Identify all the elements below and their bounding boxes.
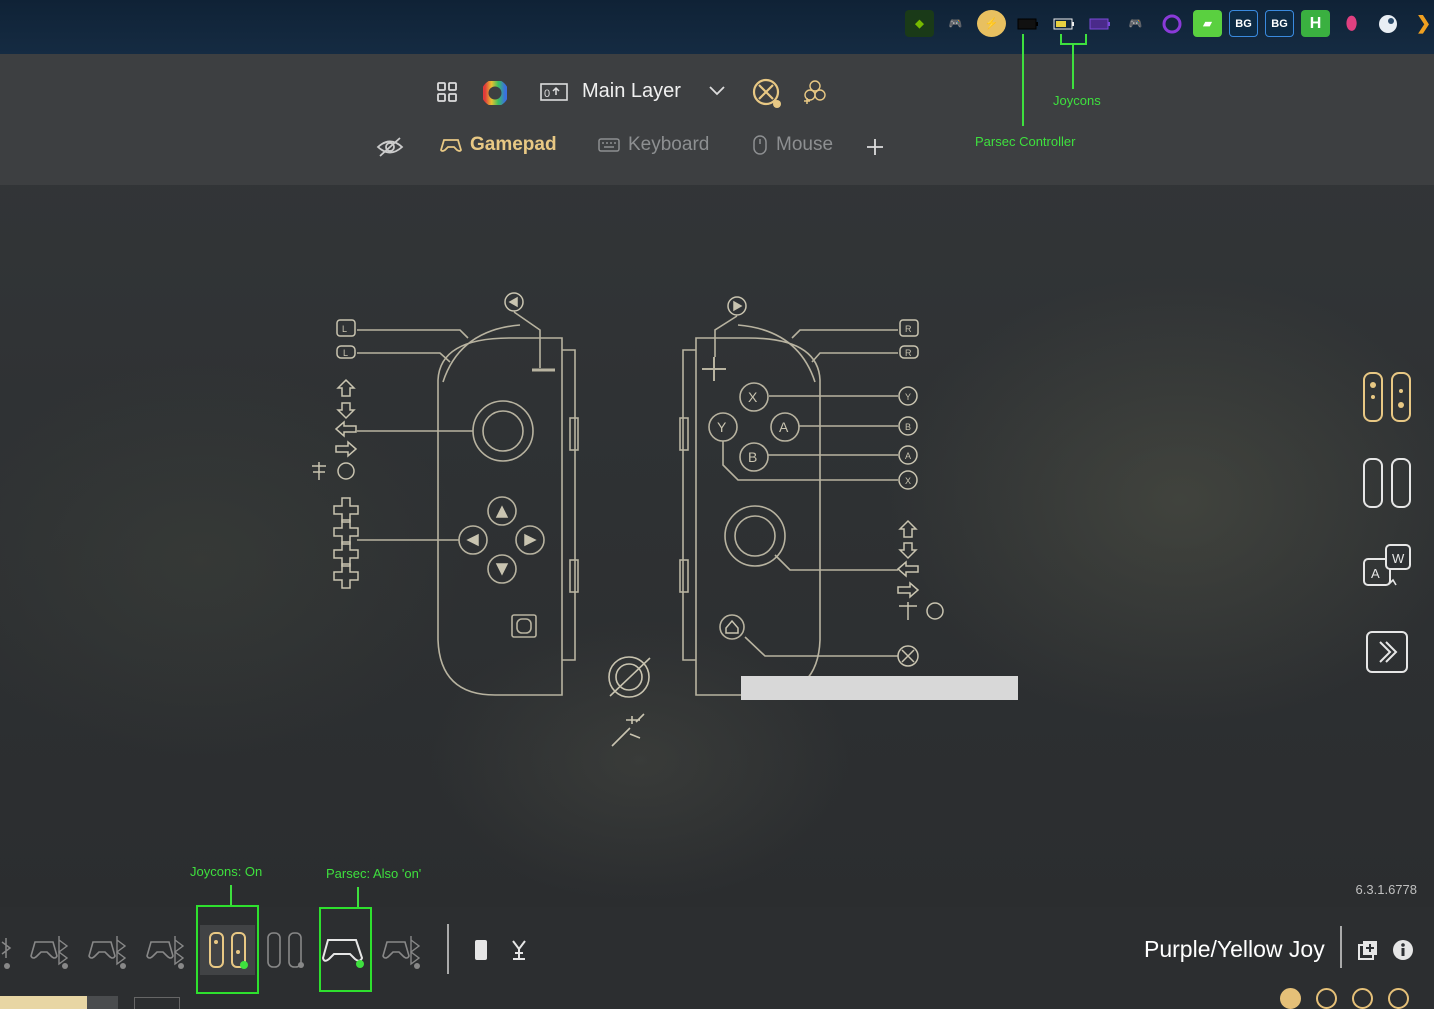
left-stick-press-icon <box>312 462 326 480</box>
right-stick-press-icon <box>899 602 917 620</box>
gamepad-buttons-mini-icon <box>337 462 355 480</box>
home-icon-glyph <box>725 619 739 634</box>
mapped-l-trigger-text: L <box>343 348 348 358</box>
right-stick-left-icon <box>896 560 919 578</box>
dpad-down-map-icon <box>333 519 359 545</box>
version-label: 6.3.1.6778 <box>1355 882 1417 897</box>
device-bluetooth-gamepad[interactable] <box>86 925 132 975</box>
right-stick-up-icon <box>898 519 918 538</box>
left-stick-left-icon <box>334 420 357 438</box>
face-b-label: B <box>748 449 757 465</box>
right-stick-down-icon <box>898 542 918 560</box>
profile-separator <box>1340 926 1342 968</box>
magic-wand-icon <box>611 713 645 747</box>
slot-tab[interactable] <box>134 997 180 1009</box>
gamepad-buttons-mini-icon <box>926 602 944 620</box>
slot-dot-4[interactable] <box>1388 988 1409 1009</box>
joycon-outline-icon[interactable] <box>1358 455 1416 511</box>
virtual-controller-icon[interactable] <box>506 925 532 975</box>
keyboard-mouse-icon[interactable]: AW <box>1358 542 1416 592</box>
device-bluetooth-gamepad[interactable] <box>28 925 74 975</box>
home-button <box>719 614 745 640</box>
dpad-up-map-icon <box>333 497 359 523</box>
annotation-line <box>230 885 232 905</box>
left-stick-down-icon <box>336 402 356 420</box>
rewasd-logo-icon[interactable] <box>1364 629 1410 675</box>
joycon-mapping-diagram: X Y A B L L R R Y B A X <box>312 292 1018 747</box>
mapped-y-text: Y <box>905 392 911 402</box>
mapped-a-text: A <box>905 451 911 461</box>
dpad-left-map-icon <box>333 541 359 567</box>
svg-text:A: A <box>1371 566 1380 581</box>
device-joycons-inactive[interactable] <box>262 925 308 975</box>
profile-name[interactable]: Purple/Yellow Joy <box>1144 936 1325 963</box>
slot-dot-2[interactable] <box>1316 988 1337 1009</box>
face-a-label: A <box>779 419 789 435</box>
mapped-l-bumper-text: L <box>342 324 347 334</box>
app-window: { "header": { "layer_label": "Main Layer… <box>0 0 1434 1009</box>
annotation-joycons-on: Joycons: On <box>190 864 263 879</box>
dpad-right-map-icon <box>333 563 359 589</box>
annotation-line <box>357 887 359 907</box>
left-stick <box>472 400 534 462</box>
face-x-label: X <box>748 389 758 405</box>
device-parsec-gamepad[interactable] <box>320 925 370 975</box>
device-separator <box>447 924 449 974</box>
left-stick-right-icon <box>335 440 358 458</box>
device-bluetooth-gamepad[interactable] <box>144 925 190 975</box>
mapped-x-text: X <box>905 476 911 486</box>
plus-button <box>702 357 726 381</box>
slot-dot-3[interactable] <box>1352 988 1373 1009</box>
info-icon[interactable] <box>1391 936 1415 964</box>
device-bluetooth-gamepad[interactable] <box>380 925 426 975</box>
redacted-name-bar <box>741 676 1018 700</box>
slot-dot-1[interactable] <box>1280 988 1301 1009</box>
add-profile-icon[interactable] <box>1356 936 1380 964</box>
mobile-device-icon[interactable] <box>470 925 492 975</box>
joycon-pair-icon[interactable] <box>1358 369 1416 425</box>
annotation-parsec-on: Parsec: Also 'on' <box>326 866 422 881</box>
mapped-b-text: B <box>905 422 911 432</box>
svg-text:W: W <box>1392 551 1405 566</box>
device-joycons-active[interactable] <box>200 925 255 975</box>
mapped-r-bumper-text: R <box>905 324 912 334</box>
face-y-label: Y <box>717 419 727 435</box>
left-stick-up-icon <box>336 378 356 397</box>
slot-indicator-bar-end <box>87 996 118 1009</box>
mapped-r-trigger-text: R <box>905 348 912 358</box>
right-stick-right-icon <box>897 581 920 599</box>
device-bluetooth-gamepad[interactable] <box>0 925 14 975</box>
